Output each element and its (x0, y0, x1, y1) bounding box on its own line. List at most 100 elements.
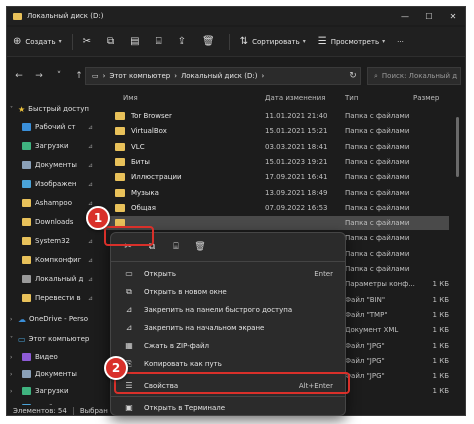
star-icon: ★ (18, 104, 26, 114)
sidebar-label: Этот компьютер (28, 335, 90, 343)
row-date: 07.09.2022 16:53 (265, 203, 328, 212)
pin-icon: ⊿ (87, 161, 93, 169)
sidebar-item[interactable]: Downloads⊿ (7, 214, 95, 230)
sidebar-item-label: System32 (35, 237, 71, 245)
row-date: 17.09.2021 16:41 (265, 173, 328, 182)
table-row[interactable]: VLC 03.03.2021 18:41 Папка с файлами (99, 140, 449, 154)
divider (228, 33, 230, 50)
row-size: 1 КБ (432, 280, 449, 289)
sidebar-quick-access[interactable]: ˅ ★ Быстрый доступ (7, 101, 95, 117)
sidebar-item[interactable]: Локальный д ⊿ (7, 271, 95, 287)
view-button[interactable]: ☰ Просмотреть ▾ (312, 31, 391, 53)
sidebar-item[interactable]: Загрузки ⊿ (7, 138, 95, 154)
table-row[interactable]: Музыка 13.09.2021 18:49 Папка с файлами (99, 186, 449, 200)
row-name: VLC (131, 142, 145, 151)
table-row[interactable]: Биты 15.01.2023 19:21 Папка с файлами (99, 155, 449, 169)
folder-icon (22, 370, 31, 378)
context-menu-item[interactable]: ▭ Открыть Enter (117, 265, 341, 282)
table-row[interactable]: Tor Browser 11.01.2021 21:40 Папка с файла… (99, 109, 449, 123)
share-icon: ⇪ (177, 36, 187, 47)
context-menu-item[interactable]: ⊿ Закрепить на начальном экране (117, 319, 341, 336)
sidebar-item[interactable]: Ashampoo ⊿ (7, 195, 95, 211)
rename-icon: ⌸ (155, 36, 162, 47)
row-type: Файл "JPG" (345, 356, 385, 365)
context-menu-item[interactable]: ▦ Сжать в ZIP-файл (117, 337, 341, 354)
sidebar-item[interactable]: Рабочий ст ⊿ (7, 119, 95, 135)
sidebar-item-label: Документы (35, 370, 77, 378)
minimize-button[interactable]: — (393, 7, 417, 25)
scrollbar-thumb[interactable] (456, 117, 459, 177)
column-date[interactable]: Дата изменения (265, 94, 325, 102)
row-size: 1 КБ (432, 356, 449, 365)
folder-icon (22, 275, 31, 283)
sidebar-pc-item[interactable]: › Загрузки (7, 383, 95, 399)
refresh-icon[interactable]: ↻ (345, 67, 361, 85)
sidebar-pc-item[interactable]: › Документы (7, 366, 95, 382)
row-date: 03.03.2021 18:41 (265, 142, 328, 151)
sidebar-item-label: Загрузки (35, 387, 69, 395)
table-row[interactable]: VirtualBox 15.01.2021 15:21 Папка с файлам… (99, 124, 449, 138)
folder-icon (115, 157, 125, 166)
trash-icon: 🗑 (202, 36, 215, 47)
pin-icon: ⊿ (87, 256, 93, 264)
chevron-right-icon: › (10, 315, 13, 323)
vertical-scrollbar[interactable] (455, 107, 459, 397)
close-button[interactable]: ✕ (441, 7, 465, 25)
address-row: ← → ˅ ↑ ▭ › Этот компьютер › Локальный д… (7, 65, 465, 87)
rename-icon[interactable]: ⌸ (165, 238, 187, 256)
address-bar[interactable]: ▭ › Этот компьютер › Локальный диск (D:)… (85, 67, 361, 85)
search-input[interactable]: ⌕ Поиск: Локальный д (367, 67, 461, 85)
paste-button[interactable]: ▤ (124, 31, 149, 53)
context-menu-item[interactable]: ⎘ Копировать как путь (117, 355, 341, 372)
highlight-properties-item (114, 372, 350, 394)
sidebar-item[interactable]: Изображен ⊿ (7, 176, 95, 192)
chevron-down-icon[interactable]: ˅ (51, 68, 67, 84)
share-button[interactable]: ⇪ (172, 31, 196, 53)
sidebar-item-label: Документы (35, 161, 77, 169)
step-badge-2: 2 (104, 356, 128, 380)
context-menu-item[interactable]: ⊿ Закрепить на панели быстрого доступа (117, 301, 341, 318)
sidebar-this-pc[interactable]: ˅ ▭ Этот компьютер (7, 331, 95, 347)
column-size[interactable]: Размер (413, 94, 439, 102)
trash-icon[interactable]: 🗑 (189, 238, 211, 256)
table-row[interactable]: Общая 07.09.2022 16:53 Папка с файлами (99, 201, 449, 215)
sidebar-item[interactable]: Перевести в ⊿ (7, 290, 95, 306)
row-type: Папка с файлами (345, 265, 410, 273)
column-type[interactable]: Тип (345, 94, 358, 102)
table-row[interactable]: Иллюстрации 17.09.2021 16:41 Папка с файла… (99, 170, 449, 184)
copy-button[interactable]: ⧉ (101, 31, 124, 53)
row-type: Папка с файлами (345, 188, 410, 197)
create-button[interactable]: ⊕ Создать ▾ (7, 31, 68, 53)
row-type: Документ XML (345, 326, 399, 335)
sidebar-item-label: Ashampoo (35, 199, 72, 207)
command-bar: ⊕ Создать ▾ ✂ ⧉ ▤ ⌸ ⇪ 🗑 ⇅ Сортировать ▾ … (7, 27, 465, 57)
context-menu-item[interactable]: ⧉ Открыть в новом окне (117, 283, 341, 300)
sort-button[interactable]: ⇅ Сортировать ▾ (234, 31, 312, 53)
row-size: 1 КБ (432, 387, 449, 396)
folder-icon (115, 112, 125, 120)
sidebar-item[interactable]: System32 ⊿ (7, 233, 95, 249)
delete-button[interactable]: 🗑 (196, 31, 225, 53)
sidebar-onedrive[interactable]: › ☁ OneDrive - Perso (7, 311, 95, 327)
sidebar-pc-item[interactable]: › Видео (7, 349, 95, 365)
sidebar-item[interactable]: Документы ⊿ (7, 157, 95, 173)
row-size: 1 КБ (432, 326, 449, 335)
sidebar-item-label: Видео (35, 353, 58, 361)
maximize-button[interactable]: ☐ (417, 7, 441, 25)
forward-arrow-icon[interactable]: → (31, 68, 47, 84)
column-name[interactable]: Имя (123, 94, 138, 102)
sidebar-item-label: Загрузки (35, 142, 69, 150)
cut-button[interactable]: ✂ (77, 31, 101, 53)
row-size: 1 КБ (432, 295, 449, 304)
sidebar-item[interactable]: Компконфиг ⊿ (7, 252, 95, 268)
breadcrumb-this-pc[interactable]: Этот компьютер (109, 72, 170, 80)
context-menu-label: Закрепить на панели быстрого доступа (144, 305, 293, 314)
back-arrow-icon[interactable]: ← (11, 68, 27, 84)
more-button[interactable]: ··· (391, 31, 410, 53)
rename-button[interactable]: ⌸ (150, 31, 172, 53)
monitor-icon: ▭ (18, 334, 26, 344)
breadcrumb-drive[interactable]: Локальный диск (D:) (181, 72, 257, 80)
row-type: Файл "BIN" (345, 295, 386, 304)
context-menu-item[interactable]: ▣ Открыть в Терминале (117, 399, 341, 416)
folder-icon (22, 123, 31, 131)
